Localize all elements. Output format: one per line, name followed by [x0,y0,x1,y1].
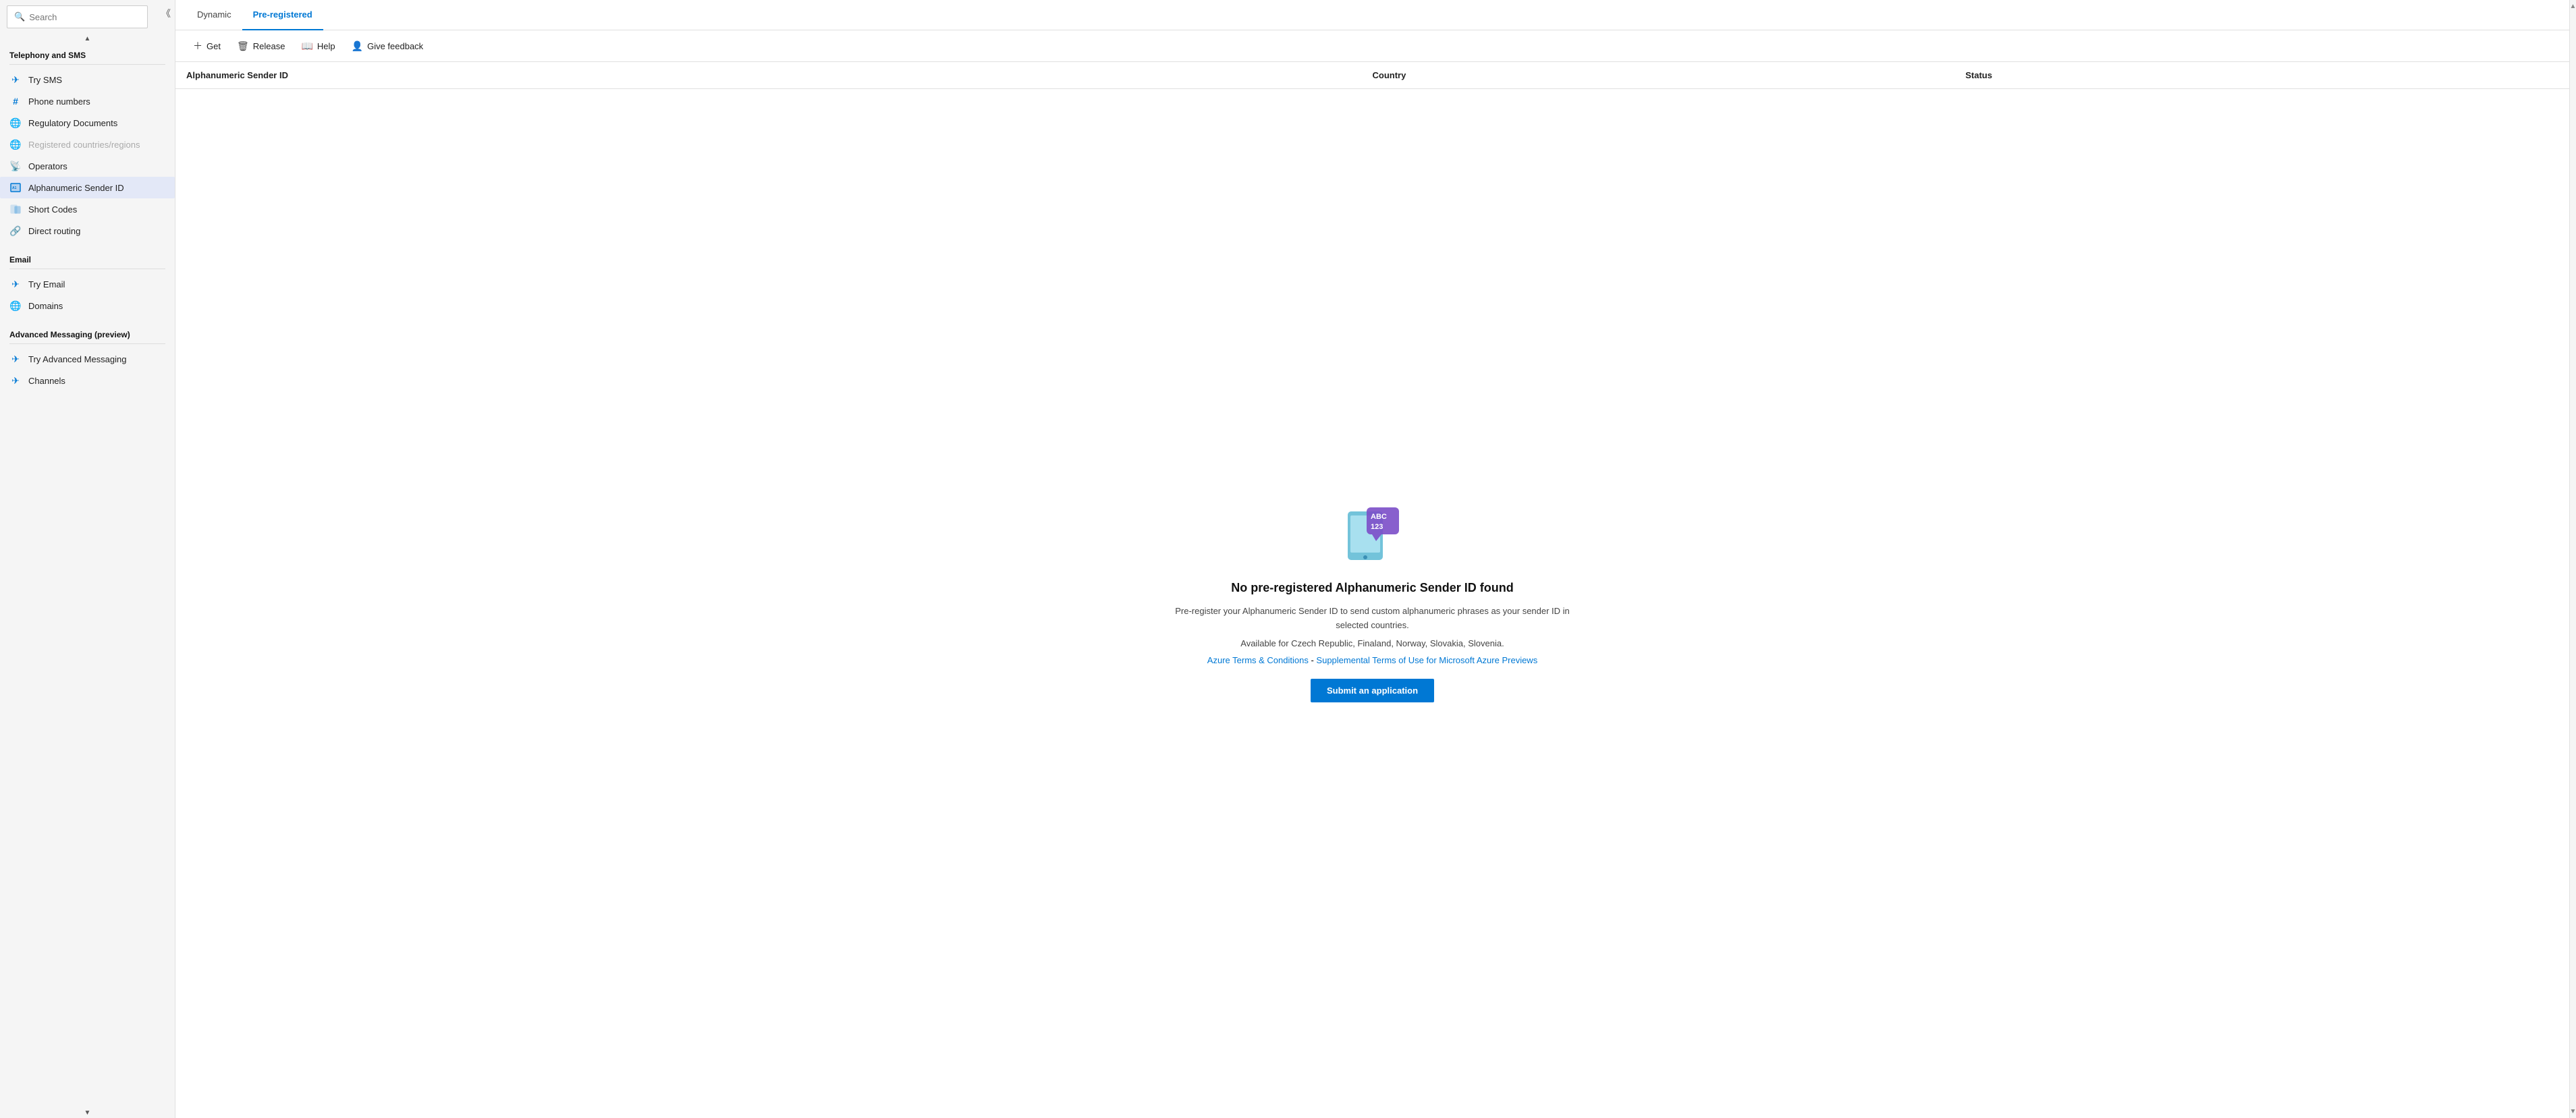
domains-icon: 🌐 [9,300,22,312]
col-header-status: Status [1965,70,2558,80]
collapse-sidebar-button[interactable]: 《 [161,7,171,20]
svg-text:ABC: ABC [1371,513,1387,521]
release-label: Release [253,41,285,51]
tabs-bar: Dynamic Pre-registered [175,0,2569,30]
tab-dynamic[interactable]: Dynamic [186,0,242,30]
help-icon: 📖 [301,40,312,52]
alphanumeric-icon: A1 [9,181,22,194]
azure-terms-link[interactable]: Azure Terms & Conditions [1207,655,1309,665]
sidebar-item-label: Registered countries/regions [28,140,140,150]
hash-icon: # [9,95,22,107]
svg-text:A1: A1 [12,186,17,190]
svg-text:123: 123 [1371,523,1383,531]
sidebar-item-domains[interactable]: 🌐 Domains [0,295,175,316]
tab-pre-registered[interactable]: Pre-registered [242,0,323,30]
get-icon: ＋ [193,39,202,53]
channels-icon: ✈ [9,374,22,387]
get-button[interactable]: ＋ Get [186,36,227,56]
sidebar-item-phone-numbers[interactable]: # Phone numbers [0,90,175,112]
sidebar-item-regulatory-docs[interactable]: 🌐 Regulatory Documents [0,112,175,134]
section-title-email: Email [0,248,175,267]
feedback-button[interactable]: 👤 Give feedback [345,37,431,55]
scrollbar-down[interactable]: ▼ [2569,1107,2576,1117]
sidebar-item-label: Regulatory Documents [28,118,117,128]
registered-icon: 🌐 [9,138,22,150]
sidebar-scroll-area: Telephony and SMS ✈ Try SMS # Phone numb… [0,44,175,1108]
section-title-advanced-messaging: Advanced Messaging (preview) [0,323,175,342]
search-box[interactable]: 🔍 [7,5,148,28]
sidebar-item-label: Alphanumeric Sender ID [28,183,124,193]
empty-state-links: Azure Terms & Conditions - Supplemental … [1207,655,1537,665]
section-divider-telephony [9,64,165,65]
sidebar: 🔍 《 ▲ Telephony and SMS ✈ Try SMS # Phon… [0,0,175,1118]
sidebar-item-channels[interactable]: ✈ Channels [0,370,175,391]
table-header: Alphanumeric Sender ID Country Status [175,62,2569,89]
scroll-up-arrow[interactable]: ▲ [0,34,175,44]
regulatory-icon: 🌐 [9,117,22,129]
sidebar-item-label: Direct routing [28,226,80,236]
empty-state: ABC 123 No pre-registered Alphanumeric S… [175,89,2569,1118]
feedback-icon: 👤 [352,40,363,52]
sidebar-item-label: Try Email [28,279,65,289]
sidebar-item-try-sms[interactable]: ✈ Try SMS [0,69,175,90]
main-content: Dynamic Pre-registered ＋ Get 🗑 Release 📖… [175,0,2569,1118]
sidebar-item-alphanumeric-sender-id[interactable]: A1 Alphanumeric Sender ID [0,177,175,198]
sidebar-item-operators[interactable]: 📡 Operators [0,155,175,177]
release-button[interactable]: 🗑 Release [230,37,292,55]
col-header-sender: Alphanumeric Sender ID [186,70,1373,80]
advanced-messaging-icon: ✈ [9,353,22,365]
email-icon: ✈ [9,278,22,290]
help-button[interactable]: 📖 Help [294,37,341,55]
right-scrollbar: ▲ ▼ [2569,0,2576,1118]
sidebar-item-label: Channels [28,376,65,386]
operators-icon: 📡 [9,160,22,172]
section-title-telephony: Telephony and SMS [0,44,175,63]
sidebar-item-direct-routing[interactable]: 🔗 Direct routing [0,220,175,242]
sidebar-item-label: Try SMS [28,75,62,85]
sidebar-item-short-codes[interactable]: Short Codes [0,198,175,220]
sidebar-item-label: Operators [28,161,67,171]
sidebar-item-try-advanced-messaging[interactable]: ✈ Try Advanced Messaging [0,348,175,370]
empty-state-title: No pre-registered Alphanumeric Sender ID… [1231,581,1513,595]
sidebar-item-label: Try Advanced Messaging [28,354,126,364]
sidebar-item-registered-countries: 🌐 Registered countries/regions [0,134,175,155]
supplemental-terms-link[interactable]: Supplemental Terms of Use for Microsoft … [1316,655,1537,665]
search-input[interactable] [29,12,140,22]
get-label: Get [207,41,221,51]
release-icon: 🗑 [237,40,249,52]
feedback-label: Give feedback [367,41,423,51]
search-icon: 🔍 [14,11,25,22]
scroll-down-arrow[interactable]: ▼ [0,1108,175,1118]
sidebar-item-try-email[interactable]: ✈ Try Email [0,273,175,295]
section-divider-advanced-messaging [9,343,165,344]
help-label: Help [317,41,335,51]
sidebar-item-label: Short Codes [28,204,77,215]
toolbar: ＋ Get 🗑 Release 📖 Help 👤 Give feedback [175,30,2569,62]
sms-icon: ✈ [9,74,22,86]
short-codes-icon [9,203,22,215]
sidebar-item-label: Phone numbers [28,96,90,107]
empty-state-icon: ABC 123 [1342,505,1403,567]
submit-application-button[interactable]: Submit an application [1311,679,1434,702]
empty-state-description1: Pre-register your Alphanumeric Sender ID… [1163,605,1582,633]
direct-routing-icon: 🔗 [9,225,22,237]
col-header-country: Country [1373,70,1966,80]
sidebar-item-label: Domains [28,301,63,311]
scrollbar-up[interactable]: ▲ [2569,1,2576,11]
empty-state-description2: Available for Czech Republic, Finaland, … [1240,637,1504,651]
